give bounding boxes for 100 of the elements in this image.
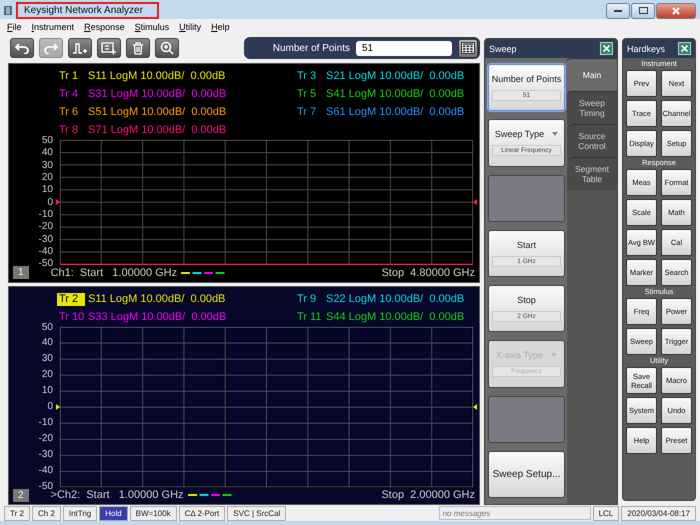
trace-settings: S51 LogM 10.00dB/ 0.00dB <box>88 106 226 118</box>
trace-settings: S21 LogM 10.00dB/ 0.00dB <box>326 70 464 82</box>
trace-settings: S11 LogM 10.00dB/ 0.00dB <box>88 70 226 82</box>
status-item: SVC | SrcCal <box>227 506 286 520</box>
trace-label[interactable]: Tr 6 <box>57 106 85 119</box>
y-axis-tick: 10 <box>42 185 53 194</box>
trace-settings: S71 LogM 10.00dB/ 0.00dB <box>88 124 226 136</box>
y-axis-tick: 20 <box>42 173 53 182</box>
y-axis-tick: 40 <box>42 338 53 348</box>
status-item: Tr 2 <box>4 506 30 520</box>
panel-tab[interactable]: Main <box>567 58 617 91</box>
stop-frequency: Stop 2.00000 GHz <box>381 489 475 501</box>
trace-settings: S33 LogM 10.00dB/ 0.00dB <box>88 310 226 322</box>
trace-settings: S31 LogM 10.00dB/ 0.00dB <box>88 88 226 100</box>
y-axis-tick: -20 <box>38 222 53 232</box>
add-trace-icon <box>72 42 88 54</box>
y-axis-tick: -20 <box>38 434 53 444</box>
start-frequency: Ch1: Start 1.00000 GHz <box>50 266 178 278</box>
trace-label[interactable]: Tr 7 <box>295 106 323 119</box>
keypad-button[interactable] <box>458 38 478 58</box>
entry-label: Number of Points <box>272 42 350 54</box>
menu-item[interactable]: Stimulus <box>134 22 170 32</box>
start-frequency: >Ch2: Start 1.00000 GHz <box>50 489 184 501</box>
delete-button[interactable] <box>126 38 150 58</box>
panel-title: Hardkeys <box>627 44 666 54</box>
status-item: BW=100k <box>130 506 177 520</box>
trace-settings: S41 LogM 10.00dB/ 0.00dB <box>326 88 464 100</box>
trace-label[interactable]: Tr 5 <box>295 88 323 101</box>
menu-item[interactable]: Utility <box>179 22 202 32</box>
minimize-button[interactable] <box>606 2 630 18</box>
trace-label[interactable]: Tr 4 <box>57 88 85 101</box>
y-axis-tick: -10 <box>38 418 53 428</box>
undo-icon <box>15 42 29 54</box>
close-icon <box>672 6 680 14</box>
status-item: IntTrig <box>62 506 98 520</box>
trace-label[interactable]: Tr 11 <box>295 310 323 324</box>
trace-settings: S61 LogM 10.00dB/ 0.00dB <box>326 106 464 118</box>
softkey-button[interactable]: Sweep Setup... <box>488 450 565 498</box>
y-axis-tick: 0 <box>47 198 53 207</box>
trace-settings: S11 LogM 10.00dB/ 0.00dB <box>88 292 226 304</box>
trace-label[interactable]: Tr 8 <box>57 124 85 137</box>
y-axis-tick: 30 <box>42 354 53 364</box>
add-channel-icon <box>101 42 117 54</box>
trace-label[interactable]: Tr 3 <box>295 70 323 83</box>
maximize-button[interactable] <box>631 2 655 18</box>
menu-item[interactable]: Response <box>84 22 125 32</box>
y-axis-tick: -40 <box>38 466 53 475</box>
add-channel-button[interactable] <box>97 38 121 58</box>
status-item: Ch 2 <box>32 506 61 520</box>
channel-number: 2 <box>13 488 29 502</box>
trace-legend <box>181 270 228 274</box>
message-field[interactable]: no messages <box>438 506 591 520</box>
menu-item[interactable]: File <box>7 22 22 32</box>
y-axis-tick: 20 <box>42 370 53 380</box>
trace-label[interactable]: Tr 9 <box>295 292 323 306</box>
window-title: Keysight Network Analyzer <box>16 2 159 19</box>
clock: 2020/03/04-08:17 <box>621 506 696 520</box>
y-axis-tick: 0 <box>47 402 53 412</box>
panel-title: Sweep <box>489 44 517 54</box>
add-trace-button[interactable] <box>68 38 92 58</box>
panel-tab[interactable]: Source Control <box>567 124 617 157</box>
y-axis-tick: -50 <box>38 482 53 491</box>
status-item: Hold <box>99 506 128 520</box>
trace-settings: S44 LogM 10.00dB/ 0.00dB <box>326 310 464 322</box>
trace-legend <box>188 493 234 497</box>
trace-label[interactable]: Tr 2 <box>57 292 85 306</box>
keypad-icon <box>461 42 475 54</box>
close-button[interactable] <box>600 42 613 55</box>
menu-item[interactable]: Instrument <box>32 22 74 32</box>
panel-tab[interactable]: Segment Table <box>567 157 617 190</box>
trace-settings: S22 LogM 10.00dB/ 0.00dB <box>326 292 464 304</box>
y-axis-tick: -50 <box>38 259 53 268</box>
entry-field[interactable]: 51 <box>356 40 452 56</box>
close-button[interactable] <box>656 2 696 18</box>
y-axis-tick: -30 <box>38 450 53 459</box>
y-axis-tick: 40 <box>42 148 53 158</box>
y-axis-tick: 30 <box>42 160 53 170</box>
channel-number: 1 <box>13 266 29 279</box>
y-axis-tick: -10 <box>38 210 53 220</box>
close-icon <box>681 45 688 52</box>
close-icon <box>603 45 610 52</box>
panel-tab[interactable]: Sweep Timing <box>567 91 617 124</box>
trace-label[interactable]: Tr 10 <box>57 310 85 324</box>
stop-frequency: Stop 4.80000 GHz <box>381 266 475 278</box>
minimize-icon <box>614 9 622 12</box>
status-item: LCL <box>592 506 620 520</box>
caret-icon <box>552 132 558 136</box>
status-item: CΔ 2-Port <box>178 506 226 520</box>
caret-icon <box>550 353 557 358</box>
redo-icon <box>44 42 58 54</box>
y-axis-tick: -30 <box>38 234 53 244</box>
close-button[interactable] <box>678 42 691 55</box>
menu-item[interactable]: Help <box>211 22 230 32</box>
trace-label[interactable]: Tr 1 <box>57 70 85 83</box>
undo-button[interactable] <box>10 38 34 58</box>
y-axis-tick: 10 <box>42 386 53 396</box>
trash-icon <box>132 42 144 54</box>
y-axis-tick: -40 <box>38 247 53 256</box>
maximize-icon <box>638 7 648 14</box>
zoom-button[interactable] <box>155 38 179 58</box>
